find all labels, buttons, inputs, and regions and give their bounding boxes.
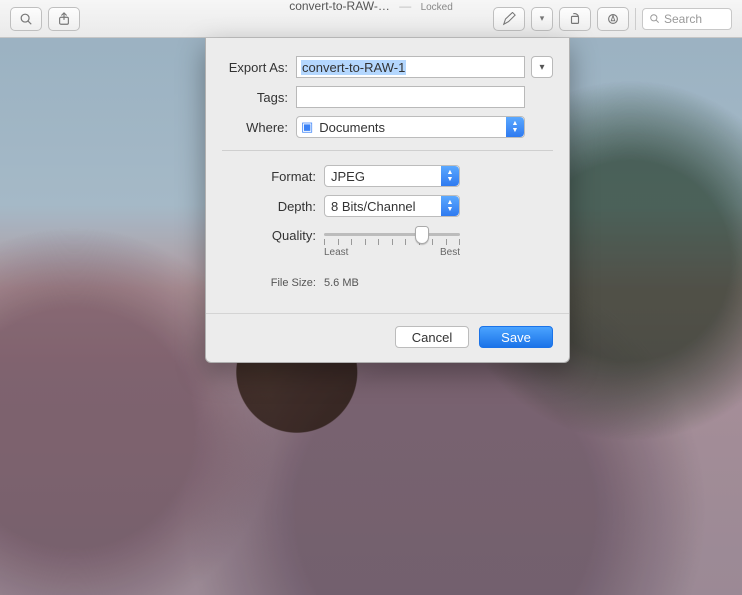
format-label: Format: <box>262 169 324 184</box>
chevron-down-icon: ▾ <box>539 62 544 73</box>
format-value: JPEG <box>331 169 365 184</box>
markup-icon <box>606 12 620 26</box>
format-select[interactable]: JPEG ▲▼ <box>324 165 460 187</box>
stepper-icon: ▲▼ <box>441 166 459 186</box>
annotate-button[interactable] <box>493 7 525 31</box>
pen-icon <box>502 12 516 26</box>
export-as-label: Export As: <box>222 60 296 75</box>
markup-button[interactable] <box>597 7 629 31</box>
sheet-divider <box>222 150 553 151</box>
quality-max-label: Best <box>440 247 460 258</box>
export-sheet: Export As: convert-to-RAW-1 ▾ Tags: Wher… <box>205 38 570 363</box>
save-button-label: Save <box>501 330 531 345</box>
where-label: Where: <box>222 120 296 135</box>
quality-min-label: Least <box>324 247 348 258</box>
window-title-area: convert-to-RAW-… — Locked <box>0 0 742 14</box>
window-title: convert-to-RAW-… <box>289 0 390 13</box>
annotate-menu-button[interactable]: ▾ <box>531 7 553 31</box>
where-select[interactable]: ▣ Documents ▲▼ <box>296 116 525 138</box>
quality-slider[interactable]: Least Best <box>324 225 460 255</box>
slider-track <box>324 233 460 236</box>
chevron-down-icon: ▾ <box>540 13 545 24</box>
locked-label: Locked <box>421 2 453 13</box>
export-as-value: convert-to-RAW-1 <box>301 60 406 75</box>
toolbar-search[interactable]: Search <box>642 8 732 30</box>
toolbar-separator <box>635 8 636 30</box>
where-value: Documents <box>319 120 385 135</box>
stepper-icon: ▲▼ <box>441 196 459 216</box>
filesize-label: File Size: <box>262 277 324 289</box>
zoom-button[interactable] <box>10 7 42 31</box>
filesize-value: 5.6 MB <box>324 277 359 289</box>
save-button[interactable]: Save <box>479 326 553 348</box>
export-as-field[interactable]: convert-to-RAW-1 <box>296 56 525 78</box>
folder-icon: ▣ <box>301 119 313 135</box>
stepper-icon: ▲▼ <box>506 117 524 137</box>
share-icon <box>57 12 71 26</box>
magnifier-icon <box>19 12 33 26</box>
depth-value: 8 Bits/Channel <box>331 199 416 214</box>
tags-label: Tags: <box>222 90 296 105</box>
slider-ticks <box>324 239 460 245</box>
filename-history-button[interactable]: ▾ <box>531 56 553 78</box>
depth-label: Depth: <box>262 199 324 214</box>
search-icon <box>649 13 660 24</box>
quality-label: Quality: <box>262 225 324 243</box>
cancel-button[interactable]: Cancel <box>395 326 469 348</box>
rotate-icon <box>568 12 582 26</box>
depth-select[interactable]: 8 Bits/Channel ▲▼ <box>324 195 460 217</box>
cancel-button-label: Cancel <box>412 330 452 345</box>
slider-thumb[interactable] <box>415 226 429 244</box>
window-toolbar: ▾ Search convert-to-RAW-… — Locked <box>0 0 742 38</box>
share-button[interactable] <box>48 7 80 31</box>
search-placeholder: Search <box>664 12 702 26</box>
rotate-button[interactable] <box>559 7 591 31</box>
tags-field[interactable] <box>296 86 525 108</box>
